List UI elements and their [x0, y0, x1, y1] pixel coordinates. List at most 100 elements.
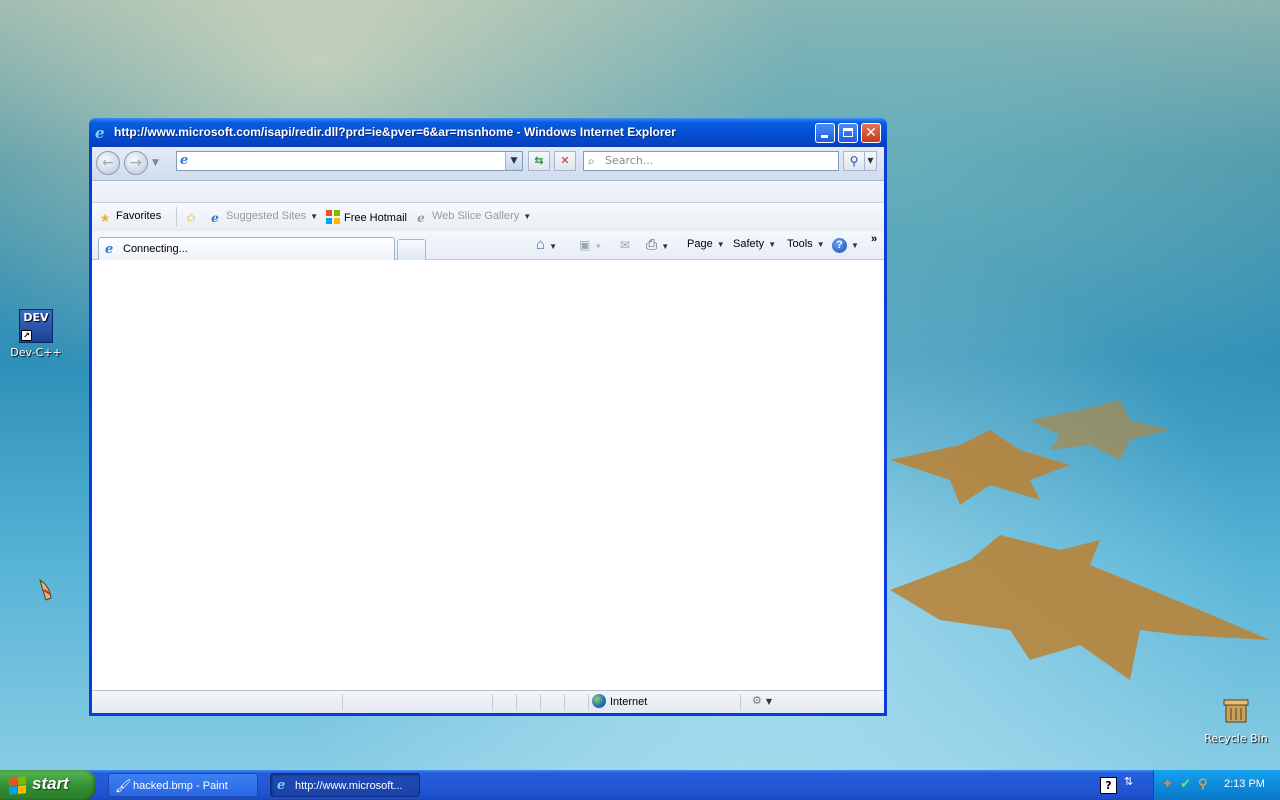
search-button[interactable]: ⚲: [843, 151, 865, 171]
page-menu-button[interactable]: Page ▼: [687, 238, 725, 250]
cursor-icon: [39, 578, 52, 601]
status-bar: Internet ⚙ ▼: [92, 690, 884, 713]
tab-current[interactable]: e Connecting...: [98, 237, 395, 260]
status-divider: [740, 694, 741, 710]
safety-menu-button[interactable]: Safety ▼: [733, 238, 776, 250]
desktop-icon-label: Recycle Bin: [1204, 732, 1268, 745]
help-tray-icon[interactable]: ?: [1100, 777, 1117, 794]
system-tray: ✦ ✔ ⚲ 2:13 PM: [1153, 770, 1280, 800]
recycle-bin-icon: [1223, 699, 1249, 723]
navigation-bar: ← → ▼ e ▼ ⇆ ✕ ⌕ Search... ⚲ ▼: [92, 147, 884, 181]
new-tab-button[interactable]: [397, 239, 426, 260]
shortcut-arrow-icon: ↗: [21, 330, 32, 341]
favorites-button[interactable]: ★ Favorites: [98, 210, 162, 225]
home-button[interactable]: ⌂ ▼: [536, 236, 557, 253]
clock[interactable]: 2:13 PM: [1224, 778, 1265, 790]
taskbar-button-label: http://www.microsoft...: [295, 780, 403, 792]
status-divider: [516, 694, 517, 710]
security-tray-icon[interactable]: ✔: [1180, 777, 1191, 792]
stop-button[interactable]: ✕: [554, 151, 576, 171]
start-button[interactable]: start: [0, 770, 96, 800]
ie-page-icon: e: [417, 211, 425, 225]
search-icon: ⌕: [588, 154, 595, 168]
taskbar: start 🖌 hacked.bmp - Paint e http://www.…: [0, 770, 1280, 800]
ie-logo-icon: e: [95, 124, 105, 142]
desktop-icon-label: Dev-C++: [10, 346, 62, 359]
title-bar[interactable]: e http://www.microsoft.com/isapi/redir.d…: [89, 118, 887, 147]
add-favorite-icon: ✩: [185, 211, 197, 225]
status-divider: [492, 694, 493, 710]
mail-icon: ✉: [620, 238, 631, 252]
status-divider: [564, 694, 565, 710]
network-tray-icon[interactable]: ⇅: [1124, 775, 1133, 788]
web-slice-gallery-label: Web Slice Gallery: [432, 210, 520, 222]
add-to-favorites-bar-button[interactable]: ✩: [184, 210, 202, 225]
close-button[interactable]: ✕: [861, 123, 881, 143]
command-bar-overflow-button[interactable]: »: [871, 233, 877, 245]
browser-client: ← → ▼ e ▼ ⇆ ✕ ⌕ Search... ⚲ ▼ ★ Favorites: [92, 147, 884, 713]
page-content[interactable]: [92, 260, 884, 690]
free-hotmail-label: Free Hotmail: [344, 212, 407, 224]
lock-settings-icon: ⚙: [752, 694, 762, 707]
back-button[interactable]: ←: [96, 151, 120, 175]
ie-window[interactable]: e http://www.microsoft.com/isapi/redir.d…: [89, 118, 887, 716]
windows-flag-icon: [9, 776, 26, 795]
status-divider: [540, 694, 541, 710]
chevron-down-icon: ▼: [310, 212, 319, 221]
printer-icon: ⎙: [646, 236, 658, 252]
taskbar-button-ie[interactable]: e http://www.microsoft...: [270, 773, 420, 797]
security-zone[interactable]: Internet: [592, 694, 647, 708]
menu-bar: [92, 181, 884, 203]
suggested-sites-label: Suggested Sites: [226, 210, 307, 222]
ie-page-icon: e: [180, 153, 189, 168]
home-icon: ⌂: [536, 236, 546, 253]
ie-logo-icon: e: [277, 778, 286, 793]
forward-button[interactable]: →: [124, 151, 148, 175]
paint-icon: 🖌: [115, 778, 132, 793]
help-button[interactable]: ? ▼: [832, 238, 859, 253]
overflow-chevron-icon: »: [871, 233, 878, 245]
search-options-dropdown[interactable]: ▼: [865, 151, 877, 171]
taskbar-button-label: hacked.bmp - Paint: [133, 780, 228, 792]
maximize-button[interactable]: [838, 123, 858, 143]
separator: [176, 207, 177, 227]
tools-menu-button[interactable]: Tools ▼: [787, 238, 825, 250]
windows-logo-tray-icon[interactable]: ✦: [1162, 777, 1173, 792]
feeds-button[interactable]: ▣ ▼: [579, 238, 602, 252]
protected-mode-button[interactable]: ⚙ ▼: [752, 694, 772, 707]
minimize-button[interactable]: [815, 123, 835, 143]
windows-logo-icon: [326, 210, 340, 224]
help-icon: ?: [832, 238, 847, 253]
devcpp-icon: DEV ↗: [19, 309, 53, 343]
web-slice-gallery-button[interactable]: e Web Slice Gallery ▼: [414, 210, 531, 225]
tab-row: e Connecting... ⌂ ▼ ▣ ▼ ✉ ⎙ ▼ Page ▼ Safety ▼: [92, 231, 884, 260]
safety-menu-label: Safety: [733, 238, 765, 250]
desktop-icon-recycle-bin[interactable]: Recycle Bin: [1201, 694, 1271, 745]
search-tray-icon[interactable]: ⚲: [1198, 777, 1208, 792]
refresh-button[interactable]: ⇆: [528, 151, 550, 171]
suggested-sites-button[interactable]: e Suggested Sites ▼: [208, 210, 318, 225]
ie-page-icon: e: [105, 242, 114, 257]
chevron-down-icon: ▼: [851, 241, 859, 250]
ie-page-icon: e: [211, 211, 219, 225]
window-title: http://www.microsoft.com/isapi/redir.dll…: [114, 125, 676, 139]
desktop-icon-devcpp[interactable]: DEV ↗ Dev-C++: [1, 309, 71, 359]
print-button[interactable]: ⎙ ▼: [646, 236, 669, 253]
status-divider: [588, 694, 589, 710]
globe-icon: [592, 694, 606, 708]
chevron-down-icon: ▼: [768, 240, 777, 249]
address-bar[interactable]: e ▼: [176, 151, 523, 171]
read-mail-button[interactable]: ✉: [620, 238, 630, 252]
taskbar-button-paint[interactable]: 🖌 hacked.bmp - Paint: [108, 773, 258, 797]
favorites-label: Favorites: [116, 210, 162, 222]
recent-pages-dropdown-icon[interactable]: ▼: [152, 158, 159, 168]
free-hotmail-link[interactable]: Free Hotmail: [326, 210, 407, 224]
address-dropdown-button[interactable]: ▼: [505, 152, 522, 170]
chevron-down-icon: ▼: [549, 242, 557, 251]
rss-feed-icon: ▣: [579, 238, 591, 252]
chevron-down-icon: ▼: [594, 242, 603, 251]
favorites-star-icon: ★: [99, 211, 111, 225]
favorites-bar: ★ Favorites ✩ e Suggested Sites ▼ Free Hotm…: [92, 203, 884, 231]
chevron-down-icon: ▼: [661, 242, 670, 251]
search-input[interactable]: ⌕ Search...: [583, 151, 839, 171]
